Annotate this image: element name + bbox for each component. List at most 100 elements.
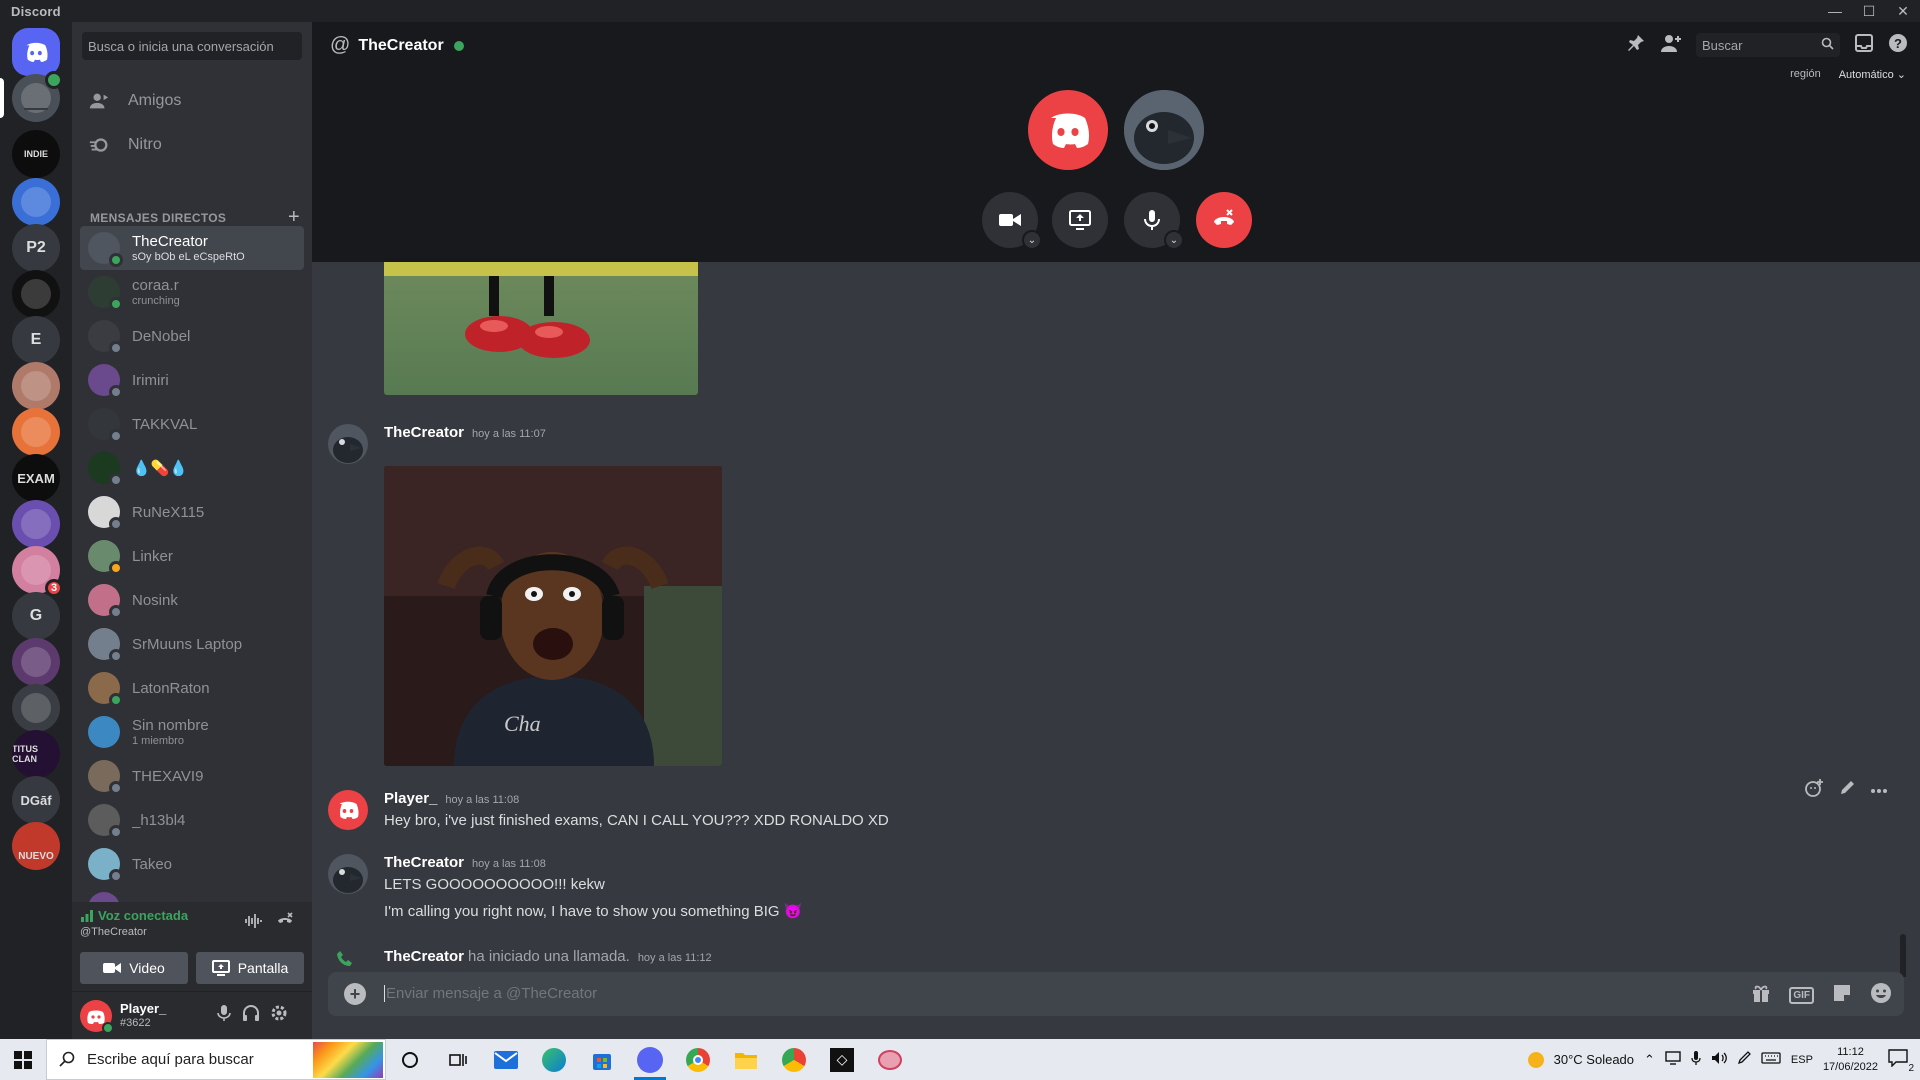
sidebar-item-friends[interactable]: Amigos [80, 80, 304, 122]
server-p2[interactable]: P2 [12, 224, 60, 272]
dm-item[interactable]: coraa.r crunching [80, 270, 304, 314]
dm-item[interactable]: TAKKVAL [80, 402, 304, 446]
minimize-button[interactable]: — [1818, 0, 1852, 22]
message-attachment-image[interactable]: Cha [384, 466, 722, 766]
maximize-button[interactable]: ☐ [1852, 0, 1886, 22]
help-icon[interactable]: ? [1888, 33, 1908, 58]
call-participant-thecreator[interactable] [1124, 90, 1204, 170]
file-explorer-icon[interactable] [722, 1039, 770, 1080]
scrollbar[interactable] [1900, 934, 1906, 977]
server-dark[interactable] [12, 684, 60, 732]
microphone-icon[interactable] [216, 1004, 232, 1027]
taskbar-clock[interactable]: 11:12 17/06/2022 [1823, 1045, 1878, 1075]
noise-suppression-icon[interactable] [244, 912, 262, 935]
server-voice-active[interactable] [0, 71, 63, 122]
message-input[interactable]: Enviar mensaje a @TheCreator [384, 985, 597, 1002]
server-shield[interactable] [12, 270, 60, 318]
server-sonic[interactable] [12, 178, 60, 226]
region-selector[interactable]: región Automático ⌄ [1790, 68, 1906, 81]
discord-taskbar-icon[interactable] [626, 1039, 674, 1080]
start-button[interactable] [0, 1039, 46, 1080]
dm-item[interactable]: LatonRaton [80, 666, 304, 710]
message-author[interactable]: TheCreator [384, 948, 464, 965]
cortana-button[interactable] [386, 1039, 434, 1080]
dm-item[interactable]: THEXAVI9 [80, 754, 304, 798]
share-screen-call-button[interactable] [1052, 192, 1108, 248]
chevron-down-icon[interactable]: ⌄ [1164, 230, 1184, 250]
notifications-icon[interactable]: 2 [1888, 1049, 1914, 1074]
message-composer[interactable]: + Enviar mensaje a @TheCreator GIF [328, 972, 1904, 1016]
close-window-button[interactable]: ✕ [1886, 0, 1920, 22]
chrome-icon[interactable] [674, 1039, 722, 1080]
dm-search-button[interactable]: Busca o inicia una conversación [82, 32, 302, 60]
more-options-icon[interactable] [1870, 781, 1888, 799]
server-phoenix[interactable] [12, 638, 60, 686]
toggle-camera-button[interactable]: ⌄ [982, 192, 1042, 250]
dm-item[interactable]: Sin nombre 1 miembro [80, 710, 304, 754]
server-indie[interactable]: INDIE [12, 130, 60, 178]
dm-item[interactable]: TheCreator sOy bOb eL eCspeRtO [80, 226, 304, 270]
dm-item[interactable]: _h13bl4 [80, 798, 304, 842]
author-avatar[interactable] [328, 424, 368, 464]
dm-item[interactable]: Irimiri [80, 358, 304, 402]
microphone-tray-icon[interactable] [1691, 1050, 1701, 1069]
server-pink[interactable]: 3 [12, 546, 63, 597]
inbox-icon[interactable] [1854, 33, 1874, 58]
pin-icon[interactable] [1626, 33, 1646, 58]
server-e[interactable]: E [12, 316, 60, 364]
chrome-profile-icon[interactable] [770, 1039, 818, 1080]
author-avatar[interactable] [328, 790, 368, 830]
edge-browser-icon[interactable] [530, 1039, 578, 1080]
dm-item[interactable]: DeNobel [80, 314, 304, 358]
store-app-icon[interactable] [578, 1039, 626, 1080]
weather-text[interactable]: 30°C Soleado [1554, 1052, 1634, 1067]
add-friend-to-dm-icon[interactable] [1660, 33, 1682, 58]
chevron-up-icon[interactable]: ⌃ [1644, 1052, 1655, 1068]
server-titus-clan[interactable]: TITUS CLAN [12, 730, 60, 778]
message-author[interactable]: TheCreator [384, 854, 464, 871]
dm-item[interactable]: Linker [80, 534, 304, 578]
dm-item[interactable]: Takeo [80, 842, 304, 886]
screen-share-button[interactable]: Pantalla [196, 952, 304, 984]
sticker-icon[interactable] [1832, 983, 1852, 1008]
end-call-button[interactable] [1196, 192, 1252, 248]
author-avatar[interactable] [328, 854, 368, 894]
sidebar-item-nitro[interactable]: Nitro [80, 124, 304, 166]
message-author[interactable]: TheCreator [384, 424, 464, 441]
message-attachment-image[interactable] [384, 262, 698, 395]
dm-item[interactable]: SrMuuns Laptop [80, 622, 304, 666]
mail-app-icon[interactable] [482, 1039, 530, 1080]
paint-app-icon[interactable] [866, 1039, 914, 1080]
voice-status[interactable]: Voz conectada [80, 908, 188, 923]
dm-item[interactable]: Nosink [80, 578, 304, 622]
server-exam[interactable]: EXAM [12, 454, 60, 502]
server-robot[interactable] [12, 408, 60, 456]
disconnect-call-icon[interactable] [276, 912, 294, 935]
task-view-button[interactable] [434, 1039, 482, 1080]
emoji-icon[interactable] [1870, 982, 1892, 1009]
server-portrait[interactable] [12, 362, 60, 410]
server-misko[interactable]: NUEVO [12, 822, 60, 870]
message-author[interactable]: Player_ [384, 790, 437, 807]
dm-item[interactable]: 💧💊💧 [80, 446, 304, 490]
home-button[interactable] [12, 28, 60, 76]
upload-plus-icon[interactable]: + [344, 983, 366, 1005]
user-avatar[interactable] [80, 1000, 114, 1034]
keyboard-icon[interactable] [1761, 1052, 1781, 1067]
dm-item[interactable]: RuNeX115 [80, 490, 304, 534]
server-g[interactable]: G [12, 592, 60, 640]
unity-icon[interactable]: ◇ [818, 1039, 866, 1080]
video-button[interactable]: Video [80, 952, 188, 984]
call-participant-player[interactable] [1028, 90, 1108, 170]
network-icon[interactable] [1665, 1051, 1681, 1068]
headphones-icon[interactable] [242, 1004, 260, 1027]
gift-icon[interactable] [1751, 983, 1771, 1008]
taskbar-search-input[interactable]: Escribe aquí para buscar [46, 1039, 386, 1080]
pen-icon[interactable] [1737, 1051, 1751, 1068]
edit-message-icon[interactable] [1838, 779, 1856, 802]
server-anime[interactable] [12, 500, 60, 548]
server-dgaf[interactable]: DGāf [12, 776, 60, 824]
language-indicator[interactable]: ESP [1791, 1054, 1813, 1066]
add-reaction-icon[interactable] [1804, 778, 1824, 803]
toggle-mic-button[interactable]: ⌄ [1124, 192, 1184, 250]
